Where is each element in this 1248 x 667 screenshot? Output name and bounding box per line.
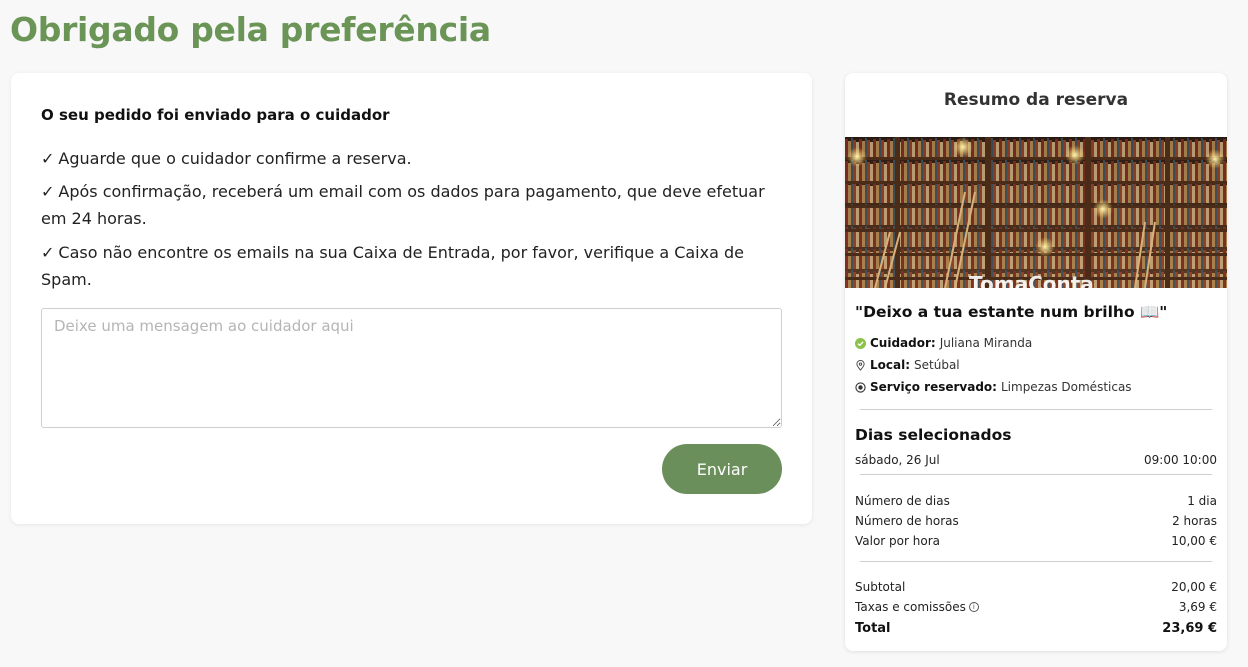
confirmation-card: O seu pedido foi enviado para o cuidador… — [11, 73, 812, 524]
caregiver-label: Cuidador: — [870, 336, 936, 350]
location-label: Local: — [870, 358, 911, 372]
library-bookshelf-image: TomaConta — [845, 137, 1227, 288]
detail-row-hours: Número de horas 2 horas — [855, 514, 1217, 528]
step-line-1: ✓ Aguarde que o cuidador confirme a reser… — [41, 145, 786, 172]
step-text: Após confirmação, receberá um email com … — [41, 182, 765, 228]
message-textarea[interactable] — [41, 308, 782, 428]
total-row: Total 23,69 € — [855, 621, 1217, 636]
caregiver-row: Cuidador: Juliana Miranda — [855, 336, 1032, 350]
day-time: 09:00 10:00 — [1144, 453, 1217, 467]
service-value: Limpezas Domésticas — [1000, 380, 1132, 394]
subtotal-label: Subtotal — [855, 580, 906, 594]
detail-label: Número de horas — [855, 514, 959, 528]
step-text: Aguarde que o cuidador confirme a reserv… — [58, 149, 412, 168]
detail-label: Valor por hora — [855, 534, 940, 548]
detail-value: 2 horas — [1172, 514, 1217, 528]
detail-label: Número de dias — [855, 494, 950, 508]
booking-summary-card: Resumo da reserva TomaConta "Deixo a tua… — [845, 73, 1227, 651]
subtotal-value: 20,00 € — [1171, 580, 1217, 594]
image-watermark: TomaConta — [969, 272, 1094, 288]
service-row: Serviço reservado: Limpezas Domésticas — [855, 380, 1132, 394]
fees-label: Taxas e comissões — [855, 600, 966, 614]
location-value: Setúbal — [914, 358, 960, 372]
radio-dot-icon — [855, 381, 866, 393]
caregiver-name: Juliana Miranda — [939, 336, 1033, 350]
check-mark-icon: ✓ — [41, 243, 55, 262]
page-title: Obrigado pela preferência — [10, 10, 491, 49]
step-line-3: ✓ Caso não encontre os emails na sua Caix… — [41, 239, 786, 293]
subtotal-row: Subtotal 20,00 € — [855, 580, 1217, 594]
check-circle-icon — [855, 337, 866, 349]
fees-row: Taxas e comissões i 3,69 € — [855, 600, 1217, 614]
check-mark-icon: ✓ — [41, 182, 55, 201]
day-date: sábado, 26 Jul — [855, 453, 940, 467]
location-row: Local: Setúbal — [855, 358, 960, 372]
summary-title: Resumo da reserva — [943, 90, 1129, 110]
map-pin-icon — [856, 359, 865, 371]
detail-value: 10,00 € — [1171, 534, 1217, 548]
selected-day-row: sábado, 26 Jul 09:00 10:00 — [855, 453, 1217, 467]
detail-value: 1 dia — [1187, 494, 1217, 508]
divider — [860, 409, 1212, 410]
step-line-2: ✓ Após confirmação, receberá um email com… — [41, 178, 786, 232]
info-icon[interactable]: i — [968, 602, 979, 612]
detail-row-rate: Valor por hora 10,00 € — [855, 534, 1217, 548]
service-label: Serviço reservado: — [870, 380, 997, 394]
send-button[interactable]: Enviar — [662, 444, 782, 494]
check-mark-icon: ✓ — [41, 149, 55, 168]
detail-row-days: Número de dias 1 dia — [855, 494, 1217, 508]
service-image: TomaConta — [845, 137, 1227, 288]
step-text: Caso não encontre os emails na sua Caixa… — [41, 243, 744, 289]
total-label: Total — [855, 621, 891, 636]
total-value: 23,69 € — [1162, 621, 1217, 636]
service-title: "Deixo a tua estante num brilho 📖" — [855, 303, 1168, 321]
selected-days-heading: Dias selecionados — [855, 426, 1012, 444]
fees-value: 3,69 € — [1178, 600, 1217, 614]
divider — [860, 474, 1212, 475]
divider — [860, 561, 1212, 562]
confirmation-heading: O seu pedido foi enviado para o cuidador — [41, 106, 390, 124]
